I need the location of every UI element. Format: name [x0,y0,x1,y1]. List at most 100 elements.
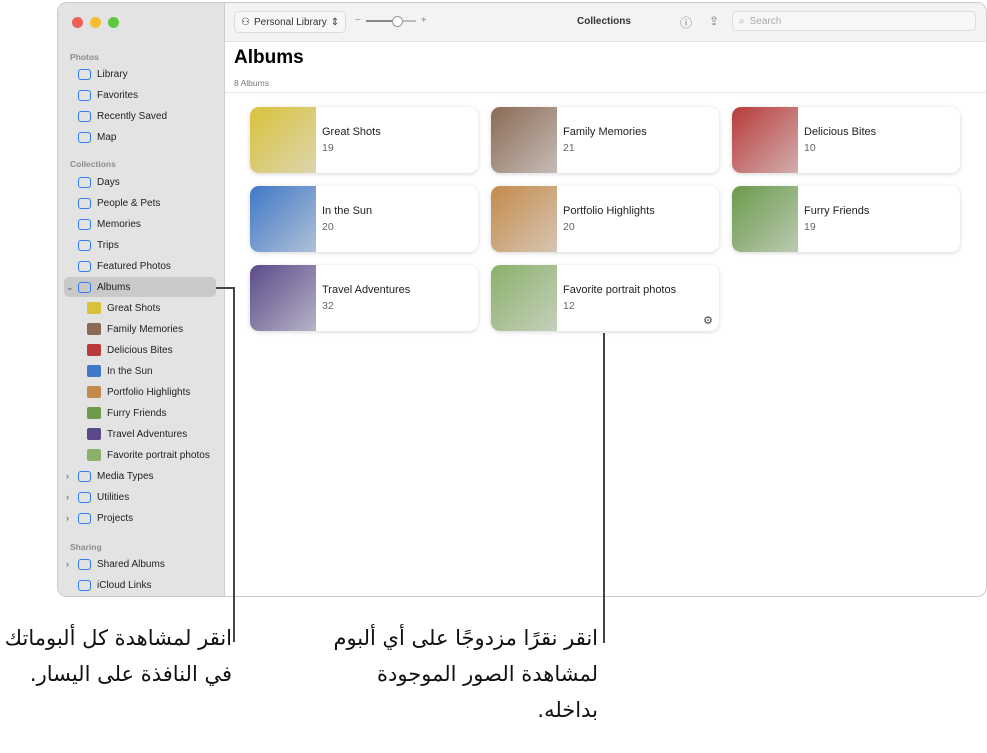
sidebar-item-label: Favorite portrait photos [107,449,210,461]
zoom-slider[interactable]: − + [355,15,427,27]
sidebar-item[interactable]: Great Shots [64,298,216,318]
sidebar-icon [78,110,91,122]
sidebar-item[interactable]: Favorite portrait photos [64,445,216,465]
sidebar-item[interactable]: Library [64,64,216,84]
album-photo-count: 20 [322,221,334,233]
sidebar-item[interactable]: › Utilities [64,487,216,507]
sidebar: Photos Collections Sharing Library Favori… [58,3,225,596]
library-picker[interactable]: ⚇ Personal Library ⇕ [234,11,347,33]
album-thumbnail-icon [87,428,101,440]
sidebar-item[interactable]: Featured Photos [64,256,216,276]
sidebar-item[interactable]: Favorites [64,85,216,105]
sidebar-item-label: People & Pets [97,197,161,209]
sidebar-item-label: Delicious Bites [107,344,173,356]
sidebar-item-label: Favorites [97,89,139,101]
chevron-icon[interactable]: › [66,471,69,481]
zoom-out[interactable]: − [355,15,361,26]
album-name: Portfolio Highlights [563,205,655,217]
chevron-updown-icon: ⇕ [330,16,340,28]
library-label: Personal Library [253,16,327,28]
sidebar-icon [78,89,91,101]
sidebar-item[interactable]: Recently Saved [64,106,216,126]
sidebar-icon [78,218,91,230]
album-card[interactable]: Delicious Bites 10 [732,107,960,173]
album-card[interactable]: Furry Friends 19 [732,186,960,252]
sidebar-icon [78,512,91,524]
album-thumbnail-icon [87,386,101,398]
album-name: Travel Adventures [322,284,411,296]
album-photo-count: 20 [563,221,575,233]
sidebar-icon [78,579,91,591]
sidebar-item-label: Albums [97,281,131,293]
sidebar-item-label: Furry Friends [107,407,167,419]
search-field[interactable]: ⌕ Search [732,11,976,31]
search-placeholder: Search [749,15,782,27]
sidebar-item[interactable]: Days [64,172,216,192]
sidebar-item-label: Memories [97,218,141,230]
album-photo-count: 19 [804,221,816,233]
sidebar-item[interactable]: Travel Adventures [64,424,216,444]
minimize-button[interactable] [90,17,101,28]
album-thumbnail-icon [87,302,101,314]
sidebar-item[interactable]: iCloud Links [64,575,216,595]
album-thumbnail [250,265,316,331]
sidebar-item[interactable]: Furry Friends [64,403,216,423]
page-title: Albums [234,47,304,68]
sidebar-item[interactable]: Portfolio Highlights [64,382,216,402]
section-photos: Photos [70,52,99,62]
sidebar-icon [78,197,91,209]
album-photo-count: 21 [563,142,575,154]
chevron-icon[interactable]: › [66,513,69,523]
album-photo-count: 10 [804,142,816,154]
album-thumbnail [250,186,316,252]
album-name: Family Memories [563,126,647,138]
sidebar-item[interactable]: Trips [64,235,216,255]
sidebar-item[interactable]: Memories [64,214,216,234]
callout-albums: انقر نقرًا مزدوجًا على أي ألبوم لمشاهدة … [333,626,598,722]
sidebar-item-label: Library [97,68,128,80]
sidebar-item-label: Travel Adventures [107,428,188,440]
sidebar-item[interactable]: People & Pets [64,193,216,213]
sidebar-item[interactable]: › Projects [64,508,216,528]
info-icon[interactable]: ⓘ [680,14,692,31]
sidebar-item[interactable]: › Shared Albums [64,554,216,574]
sidebar-item-label: Media Types [97,470,154,482]
sidebar-item-label: Great Shots [107,302,161,314]
album-thumbnail [491,107,557,173]
share-icon[interactable]: ⇪ [709,14,719,28]
sidebar-item-label: Map [97,131,117,143]
chevron-icon[interactable]: › [66,492,69,502]
chevron-icon[interactable]: › [66,559,69,569]
smart-album-gear-icon: ⚙ [703,315,713,327]
album-card[interactable]: Great Shots 19 [250,107,478,173]
sidebar-item[interactable]: › Media Types [64,466,216,486]
close-button[interactable] [72,17,83,28]
sidebar-item[interactable]: Family Memories [64,319,216,339]
sidebar-icon [78,558,91,570]
sidebar-icon [78,281,91,293]
search-icon: ⌕ [739,15,745,27]
sidebar-item-label: Utilities [97,491,130,503]
sidebar-item[interactable]: ⌄ Albums [64,277,216,297]
main-pane: ⚇ Personal Library ⇕ − + Collections ⓘ ⇪ ⌕ S… [225,3,986,596]
album-card[interactable]: Family Memories 21 [491,107,719,173]
album-card[interactable]: Favorite portrait photos 12 ⚙ [491,265,719,331]
sidebar-item-label: Days [97,176,120,188]
album-card[interactable]: Travel Adventures 32 [250,265,478,331]
sidebar-icon [78,239,91,251]
album-photo-count: 32 [322,300,334,312]
album-name: In the Sun [322,205,373,217]
sidebar-item[interactable]: In the Sun [64,361,216,381]
album-thumbnail-icon [87,365,101,377]
zoom-in[interactable]: + [421,15,427,26]
album-card[interactable]: Portfolio Highlights 20 [491,186,719,252]
album-card[interactable]: In the Sun 20 [250,186,478,252]
chevron-icon[interactable]: ⌄ [66,282,74,293]
sidebar-item-label: Recently Saved [97,110,168,122]
sidebar-item[interactable]: Delicious Bites [64,340,216,360]
album-thumbnail [732,186,798,252]
album-photo-count: 19 [322,142,334,154]
zoom-button[interactable] [108,17,119,28]
section-sharing: Sharing [70,542,102,552]
sidebar-item[interactable]: Map [64,127,216,147]
